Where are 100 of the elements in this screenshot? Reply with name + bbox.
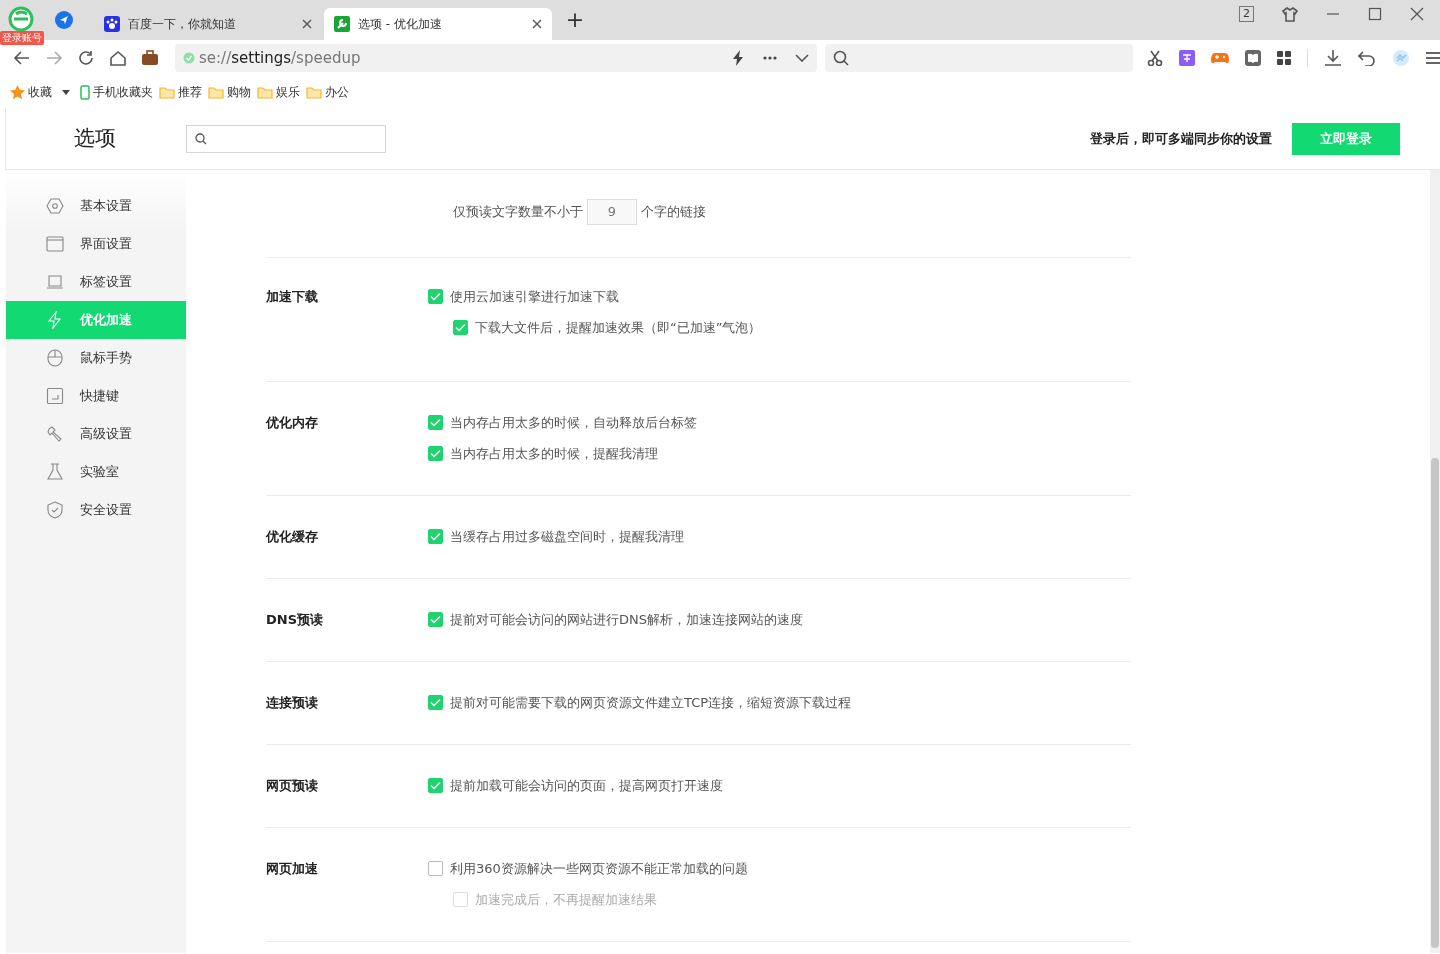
shield-icon — [46, 501, 64, 519]
scissors-icon[interactable] — [1147, 50, 1163, 66]
number-field[interactable]: 9 — [587, 198, 637, 225]
sidebar-item[interactable]: 安全设置 — [6, 491, 186, 529]
tab-count[interactable]: 2 — [1239, 6, 1254, 22]
paw-icon — [104, 16, 120, 32]
folder-icon — [257, 85, 273, 99]
bookmark-link[interactable]: 收藏 — [10, 83, 52, 101]
sidebar-item[interactable]: 高级设置 — [6, 415, 186, 453]
briefcase-icon[interactable] — [141, 49, 159, 67]
option-label: 提前加载可能会访问的页面，提高网页打开速度 — [450, 776, 723, 795]
close-icon[interactable] — [1410, 7, 1424, 21]
close-icon[interactable] — [302, 19, 312, 29]
checkbox[interactable] — [428, 695, 443, 710]
folder-icon — [159, 85, 175, 99]
sync-prompt: 登录后，即可多端同步你的设置 — [1090, 129, 1272, 148]
option-label: 当缓存占用过多磁盘空间时，提醒我清理 — [450, 527, 684, 546]
sidebar-item[interactable]: 基本设置 — [6, 187, 186, 225]
option-text: 仅预读文字数量不小于 — [453, 202, 583, 221]
option-label: 下载大文件后，提醒加速效果（即“已加速”气泡） — [475, 318, 762, 337]
more-icon[interactable] — [763, 56, 777, 60]
navigation-icon[interactable] — [55, 11, 73, 29]
page-title: 选项 — [74, 124, 117, 152]
bookmark-link[interactable]: 手机收藏夹 — [80, 83, 153, 101]
tab-title: 选项 - 优化加速 — [358, 16, 443, 33]
search-icon — [195, 132, 207, 145]
checkbox[interactable] — [428, 612, 443, 627]
browser-tab[interactable]: 百度一下，你就知道 — [94, 8, 322, 40]
bookmark-link[interactable]: 娱乐 — [257, 83, 300, 101]
sidebar-item[interactable]: 快捷键 — [6, 377, 186, 415]
option-label: 提前对可能需要下载的网页资源文件建立TCP连接，缩短资源下载过程 — [450, 693, 852, 712]
option-label: 提前对可能会访问的网站进行DNS解析，加速连接网站的速度 — [450, 610, 803, 629]
menu-icon[interactable] — [1426, 52, 1440, 64]
checkbox[interactable] — [428, 289, 443, 304]
search-icon — [833, 50, 849, 66]
lightning-icon[interactable] — [731, 50, 745, 66]
gear-icon — [46, 197, 64, 215]
section-heading: 优化内存 — [266, 414, 319, 432]
wrench-icon — [46, 425, 64, 443]
tab-icon — [46, 273, 64, 291]
maximize-icon[interactable] — [1368, 7, 1382, 21]
bookmark-link[interactable]: 购物 — [208, 83, 251, 101]
download-icon[interactable] — [1324, 49, 1342, 67]
checkbox[interactable] — [428, 529, 443, 544]
section-heading: 网页加速 — [266, 860, 319, 878]
apps-icon[interactable] — [1277, 51, 1291, 65]
gamepad-icon[interactable] — [1211, 51, 1229, 65]
settings-search-field[interactable] — [186, 124, 386, 153]
section-heading: DNS预读 — [266, 611, 325, 629]
section-heading: 加速下载 — [266, 288, 319, 306]
address-bar[interactable]: se://settings/speedup — [175, 44, 817, 72]
forward-icon[interactable] — [45, 49, 63, 67]
bookmark-link[interactable]: 办公 — [306, 83, 349, 101]
dropdown-icon[interactable] — [62, 89, 70, 95]
option-label: 利用360资源解决一些网页资源不能正常加载的问题 — [450, 859, 748, 878]
window-icon — [46, 235, 64, 253]
search-field[interactable] — [825, 44, 1133, 72]
tab-title: 百度一下，你就知道 — [128, 16, 237, 33]
book-icon[interactable] — [1245, 50, 1261, 66]
back-icon[interactable] — [13, 49, 31, 67]
translate-icon[interactable] — [1179, 50, 1195, 66]
sidebar-item[interactable]: 鼠标手势 — [6, 339, 186, 377]
star-icon — [10, 84, 25, 100]
bookmark-link[interactable]: 推荐 — [159, 83, 202, 101]
checkbox[interactable] — [453, 320, 468, 335]
folder-icon — [306, 85, 322, 99]
close-icon[interactable] — [532, 19, 542, 29]
reload-icon[interactable] — [77, 49, 95, 67]
option-text: 个字的链接 — [641, 202, 706, 221]
scrollbar[interactable] — [1430, 170, 1440, 953]
bolt-icon — [46, 311, 64, 329]
chevron-down-icon[interactable] — [795, 54, 809, 62]
checkbox[interactable] — [428, 446, 443, 461]
phone-icon — [80, 84, 90, 100]
browser-logo-icon[interactable] — [8, 6, 34, 32]
sidebar-item[interactable]: 标签设置 — [6, 263, 186, 301]
wrench-icon — [334, 16, 350, 32]
browser-tab[interactable]: 选项 - 优化加速 — [324, 8, 552, 40]
shirt-icon[interactable] — [1282, 6, 1298, 22]
option-label: 当内存占用太多的时候，提醒我清理 — [450, 444, 658, 463]
option-label: 使用云加速引擎进行加速下载 — [450, 287, 619, 306]
new-tab-button[interactable]: + — [560, 4, 590, 36]
url-text: se://settings/speedup — [199, 47, 361, 69]
checkbox[interactable] — [428, 415, 443, 430]
home-icon[interactable] — [109, 49, 127, 67]
keyboard-icon — [46, 387, 64, 405]
option-label: 加速完成后，不再提醒加速结果 — [475, 890, 657, 909]
mouse-icon — [46, 349, 64, 367]
checkbox[interactable] — [428, 778, 443, 793]
section-heading: 优化缓存 — [266, 528, 319, 546]
folder-icon — [208, 85, 224, 99]
option-label: 当内存占用太多的时候，自动释放后台标签 — [450, 413, 697, 432]
undo-icon[interactable] — [1358, 50, 1376, 66]
flask-icon — [46, 463, 64, 481]
sidebar-item[interactable]: 界面设置 — [6, 225, 186, 263]
sidebar-item[interactable]: 实验室 — [6, 453, 186, 491]
secure-icon — [183, 52, 195, 64]
section-heading: 网页预读 — [266, 777, 319, 795]
checkbox[interactable] — [428, 861, 443, 876]
section-heading: 连接预读 — [266, 694, 319, 712]
